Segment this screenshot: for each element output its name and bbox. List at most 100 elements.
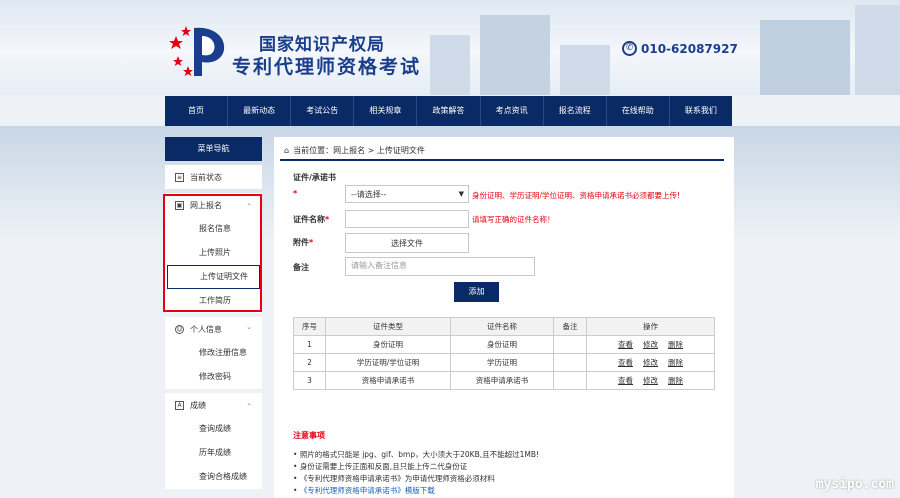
doc-type-label: 证件/承诺书 (293, 173, 336, 182)
cell-remark (553, 353, 587, 372)
nav-venue-info[interactable]: 考点资讯 (481, 96, 544, 126)
cell-remark (553, 371, 587, 390)
remark-label: 备注 (293, 263, 309, 272)
user-icon: ☺ (175, 324, 184, 334)
table-row: 3 资格申请承诺书 资格申请承诺书 查看 修改 删除 (293, 371, 715, 390)
cell-no: 2 (293, 353, 326, 372)
sidebar-group-label: 成绩 (190, 400, 206, 410)
doc-type-select-value: --请选择-- (351, 189, 387, 199)
doc-name-hint: 请填写正确的证件名称！ (472, 215, 555, 224)
sidebar-group-label: 个人信息 (190, 324, 222, 334)
sidebar-group-personal: ☺ 个人信息 ⌄ 修改注册信息 修改密码 (165, 317, 262, 389)
sidebar-menu: 菜单导航 ≡ 当前状态 ▣ 网上报名 ⌄ 报名信息 上传照片 上传证明文件 工作… (165, 137, 262, 489)
hotline: ✆ 010-62087927 (622, 41, 738, 56)
documents-table: 序号 证件类型 证件名称 备注 操作 1 身份证明 身份证明 查看 修改 删除 2 … (293, 317, 715, 390)
sidebar-item-current-status[interactable]: ≡ 当前状态 (165, 165, 262, 189)
nav-policy[interactable]: 政策解答 (417, 96, 481, 126)
nav-help[interactable]: 在线帮助 (607, 96, 670, 126)
col-header-remark: 备注 (553, 317, 587, 336)
header-bg-building (855, 5, 900, 95)
sidebar-item-query-score[interactable]: 查询成绩 (165, 417, 262, 441)
notice-list: 照片的格式只能是 jpg、gif、bmp，大小须大于20KB,且不能超过1MB!… (293, 449, 539, 497)
view-link[interactable]: 查看 (618, 358, 633, 367)
nav-regulations[interactable]: 相关规章 (354, 96, 418, 126)
breadcrumb-divider (280, 159, 724, 161)
nav-contact[interactable]: 联系我们 (670, 96, 732, 126)
delete-link[interactable]: 删除 (668, 340, 683, 349)
col-header-actions: 操作 (586, 317, 715, 336)
edit-link[interactable]: 修改 (643, 340, 658, 349)
site-title-line2: 专利代理师资格考试 (232, 56, 422, 78)
main-panel: ⌂ 当前位置： 网上报名 > 上传证明文件 证件/承诺书 * --请选择-- ▼ … (274, 137, 734, 498)
attachment-label: 附件* (293, 237, 313, 248)
required-star: * (325, 215, 330, 224)
remark-textarea[interactable]: 请输入备注信息 (345, 257, 535, 276)
breadcrumb: ⌂ 当前位置： 网上报名 > 上传证明文件 (284, 145, 425, 156)
sidebar-group-header-personal[interactable]: ☺ 个人信息 ⌄ (165, 317, 262, 341)
sidebar-title: 菜单导航 (165, 137, 262, 161)
doc-name-label-text: 证件名称 (293, 215, 325, 224)
document-icon: ≡ (175, 172, 184, 182)
attachment-label-text: 附件 (293, 238, 309, 247)
col-header-type: 证件类型 (325, 317, 451, 336)
header-bg-building (760, 20, 850, 95)
cell-type: 学历证明/学位证明 (325, 353, 451, 372)
sidebar-item-edit-registration[interactable]: 修改注册信息 (165, 341, 262, 365)
phone-icon: ✆ (622, 41, 637, 56)
cell-name: 资格申请承诺书 (450, 371, 554, 390)
notice-link-text[interactable]: 《专利代理师资格申请承诺书》 (300, 486, 405, 495)
delete-link[interactable]: 删除 (668, 376, 683, 385)
cell-type: 身份证明 (325, 335, 451, 354)
doc-name-label: 证件名称* (293, 214, 329, 225)
header-bg-building (560, 45, 610, 95)
add-button[interactable]: 添加 (454, 282, 499, 302)
table-header-row: 序号 证件类型 证件名称 备注 操作 (293, 317, 715, 336)
notice-item: 照片的格式只能是 jpg、gif、bmp，大小须大于20KB,且不能超过1MB! (293, 449, 539, 461)
home-icon: ⌂ (284, 146, 290, 155)
doc-name-input[interactable] (345, 210, 469, 228)
score-icon: A (175, 400, 184, 410)
sidebar-item-past-scores[interactable]: 历年成绩 (165, 441, 262, 465)
delete-link[interactable]: 删除 (668, 358, 683, 367)
choose-file-button[interactable]: 选择文件 (345, 233, 469, 253)
notice-item: 身份证需要上传正面和反面,且只能上传二代身份证 (293, 461, 539, 473)
cell-actions: 查看 修改 删除 (586, 353, 715, 372)
doc-type-hint: 身份证明、学历证明/学位证明、资格申请承诺书必须都要上传! (472, 191, 681, 200)
main-nav: 首页 最新动态 考试公告 相关规章 政策解答 考点资讯 报名流程 在线帮助 联系… (165, 96, 732, 126)
table-row: 1 身份证明 身份证明 查看 修改 删除 (293, 335, 715, 354)
cell-name: 学历证明 (450, 353, 554, 372)
view-link[interactable]: 查看 (618, 340, 633, 349)
notice-item-download: 《专利代理师资格申请承诺书》模版下载 (293, 485, 539, 497)
view-link[interactable]: 查看 (618, 376, 633, 385)
cell-type: 资格申请承诺书 (325, 371, 451, 390)
notice-title: 注意事项 (293, 431, 325, 440)
required-star: * (309, 238, 314, 247)
sidebar-item-label: 当前状态 (190, 172, 222, 182)
nav-exam-notice[interactable]: 考试公告 (291, 96, 355, 126)
highlight-box (163, 194, 262, 312)
table-row: 2 学历证明/学位证明 学历证明 查看 修改 删除 (293, 353, 715, 372)
sidebar-item-qualified-score[interactable]: 查询合格成绩 (165, 465, 262, 489)
sidebar-group-scores: A 成绩 ⌄ 查询成绩 历年成绩 查询合格成绩 (165, 393, 262, 489)
required-star: * (293, 189, 298, 198)
cell-remark (553, 335, 587, 354)
cell-actions: 查看 修改 删除 (586, 335, 715, 354)
chevron-down-icon: ⌄ (246, 399, 252, 407)
remark-placeholder: 请输入备注信息 (351, 261, 407, 270)
nav-signup-process[interactable]: 报名流程 (544, 96, 607, 126)
hotline-number: 010-62087927 (641, 41, 738, 56)
edit-link[interactable]: 修改 (643, 376, 658, 385)
sidebar-group-header-scores[interactable]: A 成绩 ⌄ (165, 393, 262, 417)
chevron-down-icon: ⌄ (246, 323, 252, 331)
sidebar-item-change-password[interactable]: 修改密码 (165, 365, 262, 389)
nav-news[interactable]: 最新动态 (228, 96, 292, 126)
notice-item: 《专利代理师资格申请承诺书》为申请代理师资格必须材料 (293, 473, 539, 485)
watermark: mysipo.com (815, 477, 894, 492)
col-header-name: 证件名称 (450, 317, 554, 336)
edit-link[interactable]: 修改 (643, 358, 658, 367)
col-header-no: 序号 (293, 317, 326, 336)
doc-type-select[interactable]: --请选择-- ▼ (345, 185, 469, 203)
template-download-link[interactable]: 模版下载 (405, 486, 435, 495)
cell-no: 1 (293, 335, 326, 354)
nav-home[interactable]: 首页 (165, 96, 229, 126)
